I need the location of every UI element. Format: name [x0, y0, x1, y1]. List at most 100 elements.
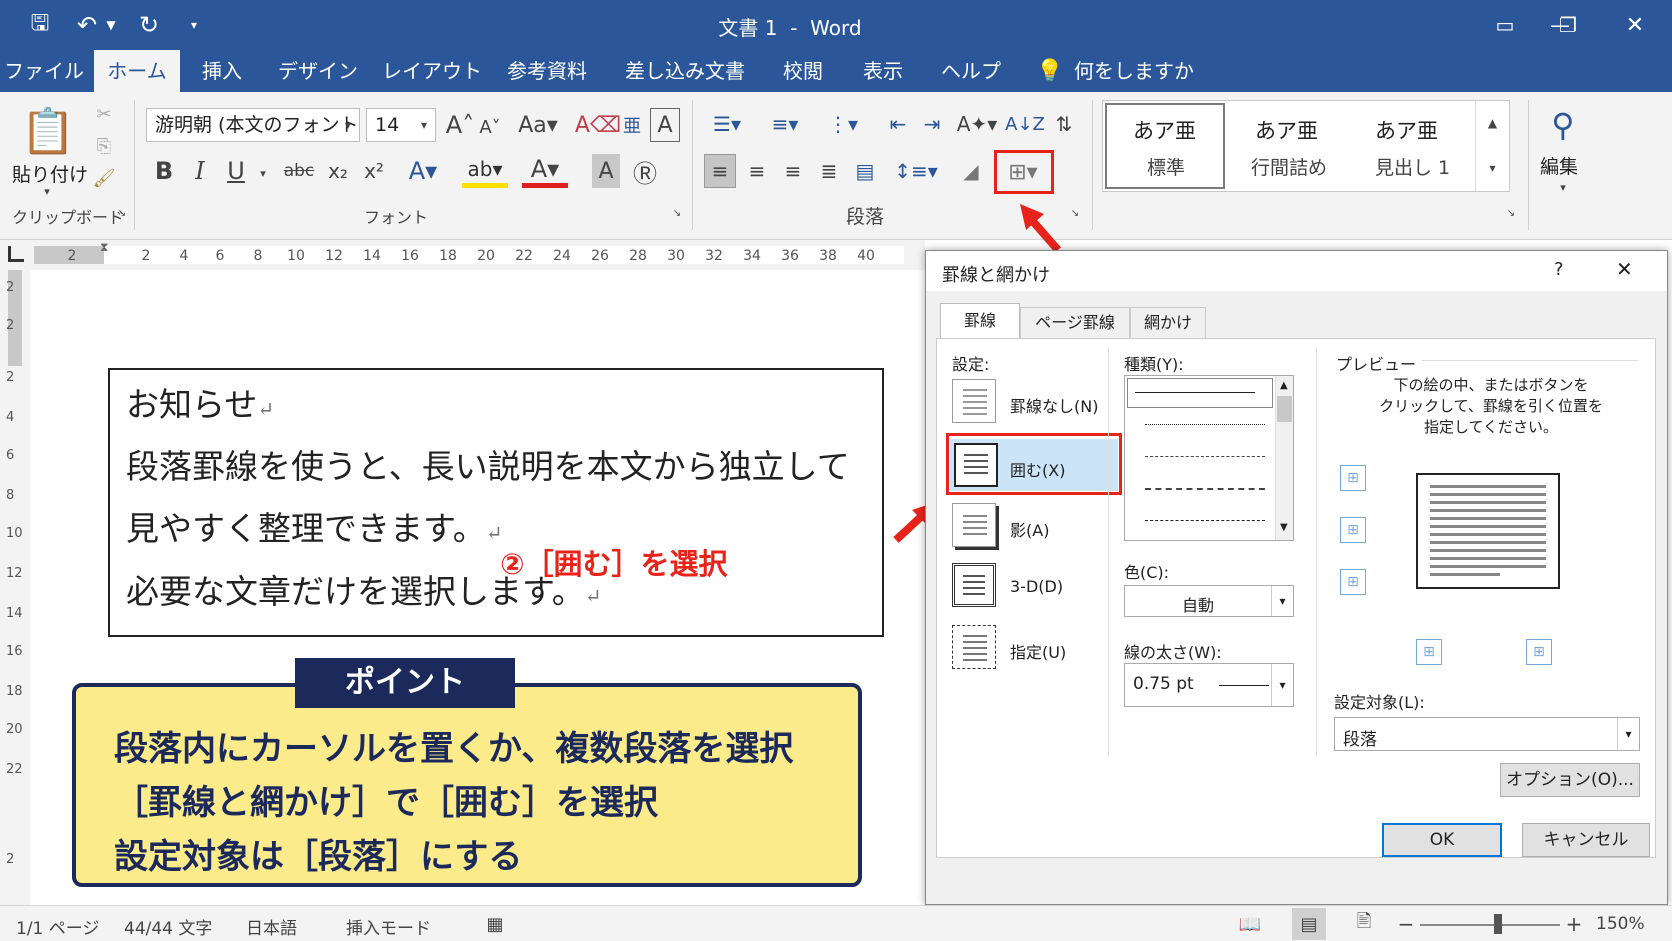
setting-3d-label[interactable]: 3-D(D) — [1010, 577, 1063, 596]
search-icon[interactable]: ⚲ — [1540, 102, 1586, 148]
restore-icon[interactable]: ❐ — [1553, 10, 1583, 40]
border-bottom-button-icon[interactable]: ⊞ — [1340, 569, 1366, 595]
setting-shadow-icon[interactable] — [952, 503, 996, 547]
save-icon[interactable]: 🖫 — [26, 10, 54, 40]
line-style-list[interactable]: ▲ ▼ — [1124, 375, 1294, 541]
italic-icon[interactable]: I — [186, 154, 214, 188]
setting-custom-icon[interactable] — [952, 625, 996, 669]
setting-shadow-label[interactable]: 影(A) — [1010, 517, 1049, 541]
zoom-out-icon[interactable]: − — [1396, 910, 1416, 938]
char-border-icon[interactable]: A — [650, 108, 680, 142]
char-spacing-icon[interactable]: A✦▾ — [956, 108, 998, 140]
options-button[interactable]: オプション(O)... — [1500, 763, 1640, 797]
paste-dropdown-icon[interactable]: ▾ — [40, 184, 54, 198]
apply-to-select[interactable]: 段落 ▾ — [1334, 717, 1640, 751]
style-no-spacing[interactable]: あア亜 行間詰め — [1235, 105, 1345, 189]
bullets-icon[interactable]: ☰▾ — [704, 108, 750, 140]
cancel-button[interactable]: キャンセル — [1522, 823, 1650, 857]
preview-box[interactable] — [1416, 473, 1560, 589]
scroll-down-icon[interactable]: ▼ — [1280, 522, 1288, 533]
close-window-icon[interactable]: ✕ — [1620, 10, 1650, 40]
tab-design[interactable]: デザイン — [276, 50, 360, 92]
sort-icon[interactable]: A↓Z — [1005, 108, 1045, 140]
line-style-dash[interactable] — [1145, 488, 1265, 490]
format-painter-icon[interactable]: 🖌 — [92, 166, 116, 190]
font-color-icon[interactable]: A▾ — [522, 154, 568, 188]
phonetic-guide-icon[interactable]: 亜 — [618, 108, 646, 142]
justify-icon[interactable]: ≣ — [814, 154, 844, 188]
setting-custom-label[interactable]: 指定(U) — [1010, 639, 1066, 663]
multilevel-list-icon[interactable]: ⋮▾ — [820, 108, 866, 140]
change-case-icon[interactable]: Aa▾ — [518, 108, 558, 142]
tell-me-search[interactable]: 何をしますか — [1074, 50, 1224, 92]
dialog-tab-page-border[interactable]: ページ罫線 — [1020, 307, 1130, 339]
copy-icon[interactable]: ⎘ — [92, 134, 116, 158]
char-shading-icon[interactable]: A — [592, 154, 620, 188]
ribbon-display-icon[interactable]: ▭ — [1490, 10, 1520, 40]
width-select[interactable]: 0.75 pt ▾ — [1124, 663, 1294, 707]
zoom-level[interactable]: 150% — [1596, 914, 1645, 934]
color-dropdown-icon[interactable]: ▾ — [1271, 586, 1293, 616]
styles-scroll-up-icon[interactable]: ▲ — [1475, 101, 1509, 145]
underline-dropdown-icon[interactable]: ▾ — [256, 160, 270, 186]
scroll-thumb[interactable] — [1277, 396, 1292, 422]
print-layout-icon[interactable]: ▤ — [1292, 908, 1326, 940]
tab-layout[interactable]: レイアウト — [382, 50, 482, 92]
style-normal[interactable]: あア亜 標準 — [1105, 103, 1225, 189]
line-style-fine-dash[interactable] — [1145, 456, 1265, 457]
paste-button-label[interactable]: 貼り付け — [12, 160, 88, 187]
macro-record-icon[interactable]: ▦ — [482, 910, 508, 938]
undo-dropdown-icon[interactable]: ▼ — [104, 12, 118, 38]
font-size-dropdown-icon[interactable]: ▾ — [414, 112, 434, 138]
dialog-tab-borders[interactable]: 罫線 — [940, 303, 1020, 339]
line-style-dotted[interactable] — [1145, 424, 1265, 425]
font-name-dropdown-icon[interactable]: ▾ — [338, 112, 358, 138]
tab-mailings[interactable]: 差し込み文書 — [622, 50, 748, 92]
line-style-selected[interactable] — [1127, 378, 1273, 408]
status-words[interactable]: 44/44 文字 — [124, 914, 212, 939]
setting-3d-icon[interactable] — [952, 563, 996, 607]
indent-marker-icon[interactable]: ⧗ — [100, 240, 114, 270]
align-center-icon[interactable]: ≡ — [742, 154, 772, 188]
tab-review[interactable]: 校閲 — [776, 50, 830, 92]
status-page[interactable]: 1/1 ページ — [16, 914, 99, 939]
setting-none-icon[interactable] — [952, 379, 996, 423]
clipboard-launcher-icon[interactable]: ↘ — [115, 206, 129, 220]
line-style-dash-long[interactable] — [1145, 520, 1265, 521]
scroll-up-icon[interactable]: ▲ — [1280, 380, 1288, 391]
font-launcher-icon[interactable]: ↘ — [670, 206, 684, 220]
tab-help[interactable]: ヘルプ — [936, 50, 1006, 92]
horizontal-ruler[interactable]: 2 2 4 6 8 10 12 14 16 18 20 22 24 26 28 30 32 34 36 38 40 ⧗ — [0, 240, 925, 270]
highlight-icon[interactable]: ab▾ — [462, 154, 508, 188]
shrink-font-icon[interactable]: A˅ — [478, 112, 502, 142]
zoom-slider-thumb[interactable] — [1494, 914, 1502, 934]
dialog-tab-shading[interactable]: 網かけ — [1130, 307, 1206, 339]
apply-to-dropdown-icon[interactable]: ▾ — [1617, 718, 1639, 750]
strikethrough-icon[interactable]: abc — [282, 154, 316, 188]
border-inner-h-button-icon[interactable]: ⊞ — [1340, 517, 1366, 543]
status-language[interactable]: 日本語 — [246, 914, 297, 939]
line-style-solid[interactable] — [1135, 392, 1255, 393]
tab-references[interactable]: 参考資料 — [500, 50, 594, 92]
read-mode-icon[interactable]: 📖 — [1236, 910, 1264, 938]
bold-icon[interactable]: B — [150, 154, 178, 188]
customize-toolbar-icon[interactable]: ▾ — [184, 12, 204, 38]
bordered-paragraph[interactable]: お知らせ↵ 段落罫線を使うと、長い説明を本文から独立して 見やすく整理できます。… — [108, 368, 884, 637]
paragraph-launcher-icon[interactable]: ↘ — [1068, 206, 1082, 220]
clear-format-icon[interactable]: A⌫ — [575, 108, 621, 142]
setting-none-label[interactable]: 罫線なし(N) — [1010, 393, 1098, 417]
styles-launcher-icon[interactable]: ↘ — [1504, 206, 1518, 220]
distributed-icon[interactable]: ▤ — [850, 154, 880, 188]
tab-file[interactable]: ファイル — [4, 50, 84, 92]
underline-icon[interactable]: U — [222, 154, 250, 188]
status-mode[interactable]: 挿入モード — [346, 914, 431, 939]
edit-button-label[interactable]: 編集 — [1540, 152, 1578, 179]
align-right-icon[interactable]: ≡ — [778, 154, 808, 188]
tab-insert[interactable]: 挿入 — [192, 50, 252, 92]
edit-dropdown-icon[interactable]: ▾ — [1556, 180, 1570, 194]
line-spacing-icon[interactable]: ↕≡▾ — [894, 154, 938, 188]
shading-icon[interactable]: ◢ — [956, 154, 986, 188]
increase-indent-icon[interactable]: ⇥ — [918, 108, 946, 140]
web-layout-icon[interactable]: 🖹 — [1350, 910, 1378, 938]
ok-button[interactable]: OK — [1382, 823, 1502, 857]
